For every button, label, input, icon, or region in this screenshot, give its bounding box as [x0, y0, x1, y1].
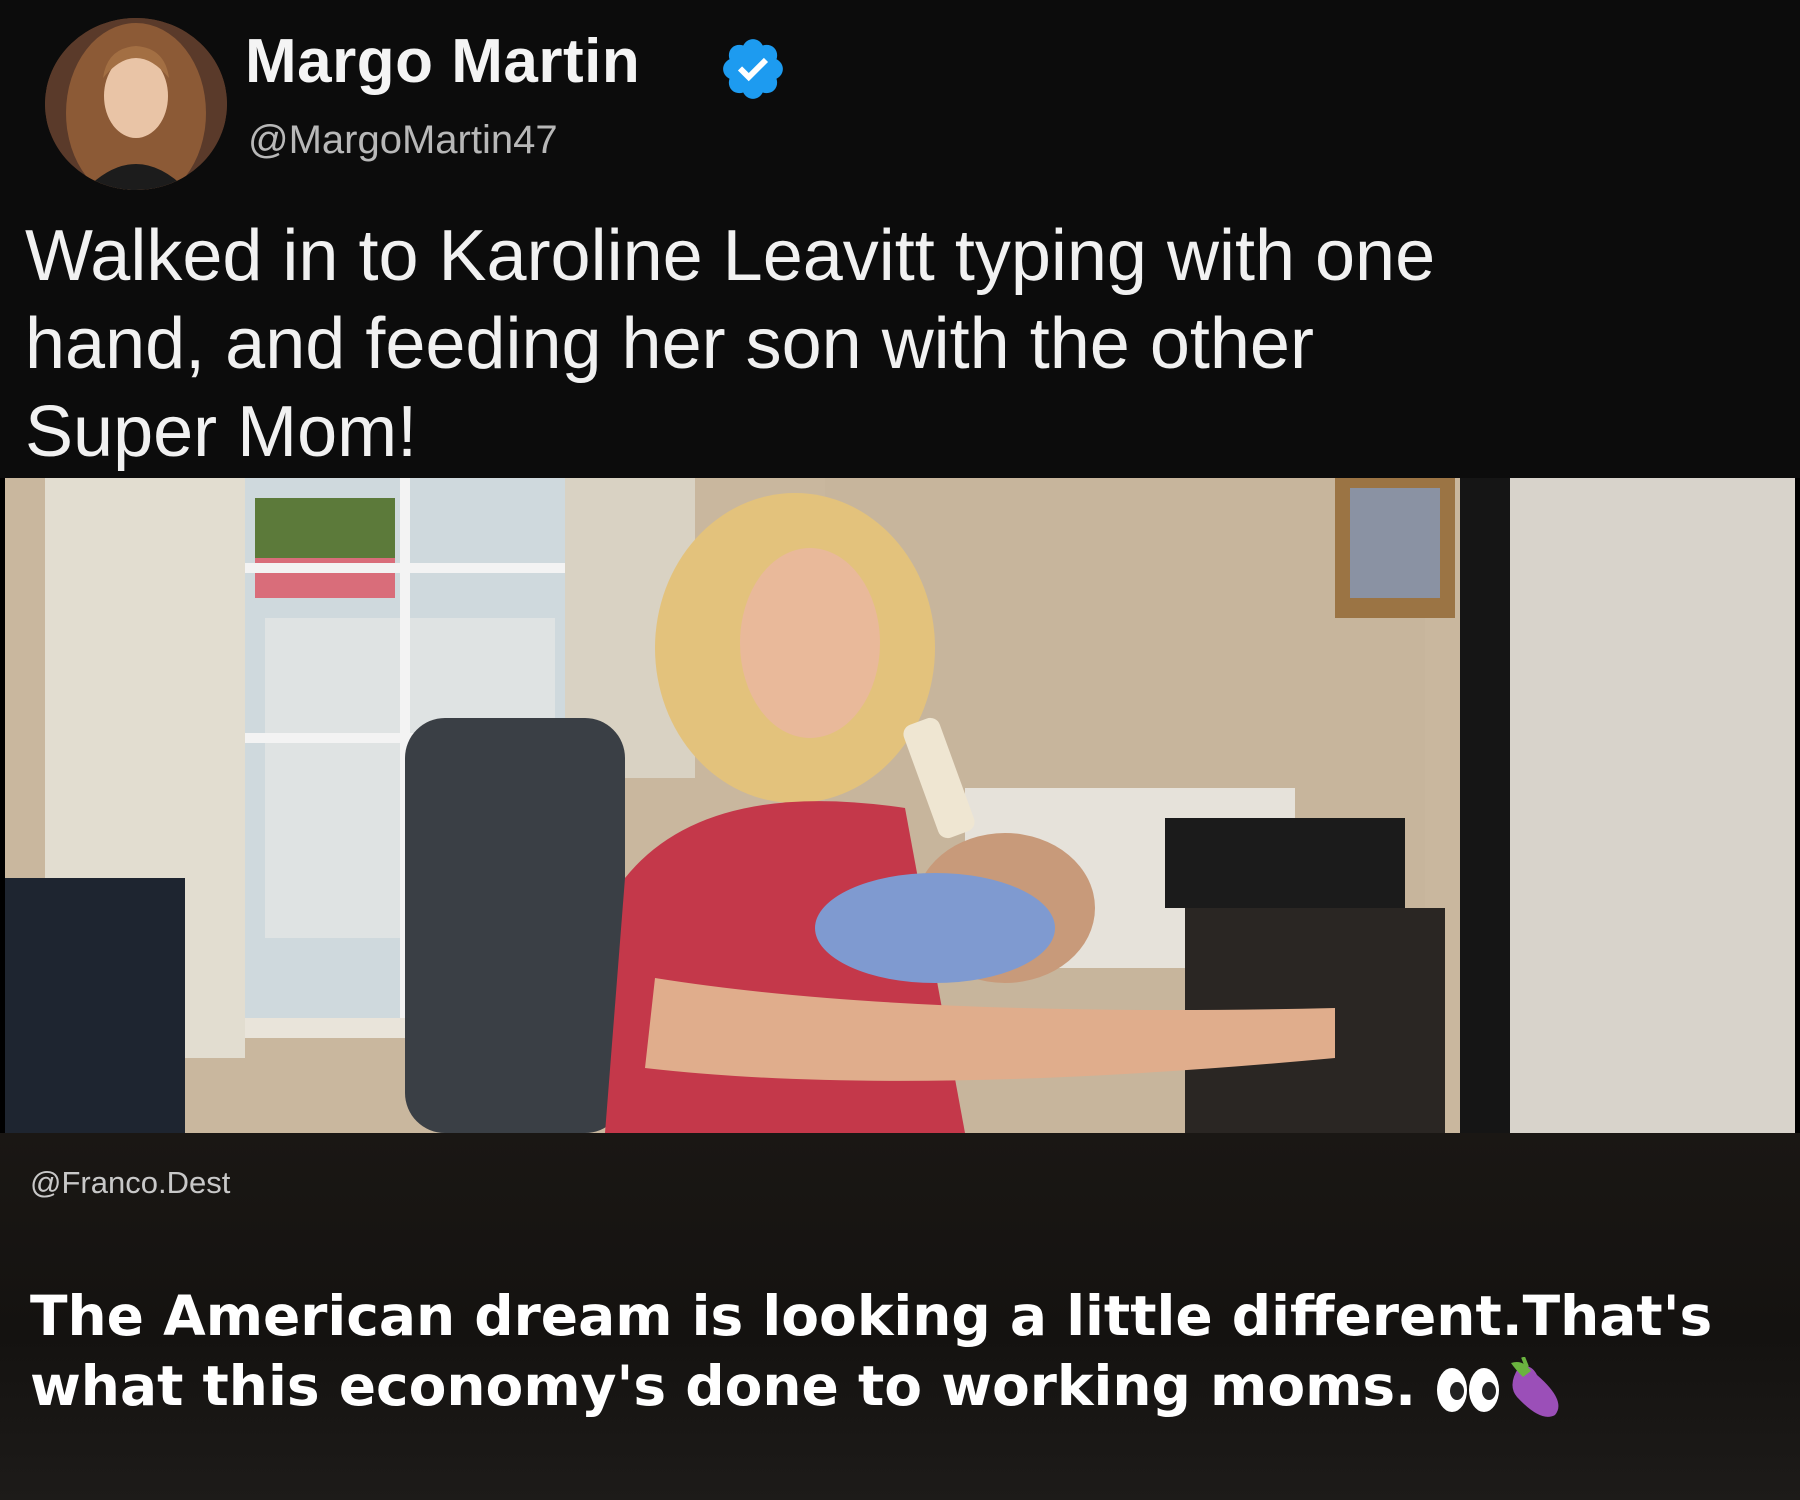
avatar[interactable] [45, 18, 227, 190]
verified-badge-icon [723, 39, 783, 99]
eyes-icon [1437, 1367, 1500, 1412]
tweet-text-line: hand, and feeding her son with the other [25, 304, 1314, 384]
overlay-caption-area: @Franco.Dest The American dream is looki… [0, 1133, 1800, 1500]
eggplant-icon [1511, 1356, 1559, 1417]
author-name[interactable]: Margo Martin [245, 26, 640, 97]
photo-office-mother-feeding-baby [5, 478, 1795, 1133]
credit-handle[interactable]: @Franco.Dest [30, 1165, 230, 1201]
tweet-photo[interactable] [5, 478, 1795, 1133]
caption-text: The American dream is looking a little d… [30, 1281, 1730, 1423]
caption-line-text: what this economy's done to working moms… [30, 1354, 1417, 1418]
tweet-text-line: Walked in to Karoline Leavitt typing wit… [25, 216, 1436, 296]
tweet-card: Margo Martin @MargoMartin47 Walked in to… [0, 0, 1800, 478]
caption-line: The American dream is looking a little d… [30, 1284, 1713, 1348]
tweet-text-line: Super Mom! [25, 392, 418, 472]
tweet-text: Walked in to Karoline Leavitt typing wit… [25, 212, 1765, 476]
author-handle[interactable]: @MargoMartin47 [248, 118, 558, 163]
caption-line-2: what this economy's done to working moms… [30, 1351, 1730, 1423]
